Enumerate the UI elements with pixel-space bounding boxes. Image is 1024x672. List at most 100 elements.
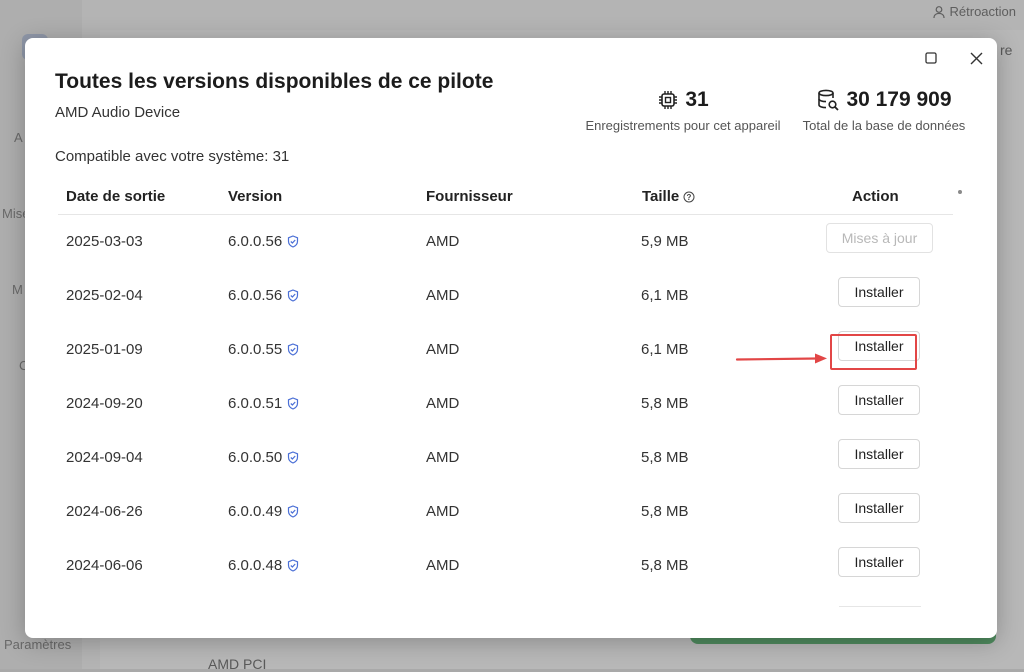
maximize-icon xyxy=(925,52,937,64)
install-button[interactable]: Installer xyxy=(838,277,920,307)
feedback-link[interactable]: Rétroaction xyxy=(932,4,1016,19)
updates-button: Mises à jour xyxy=(826,223,933,253)
close-icon xyxy=(970,52,982,64)
version-number: 6.0.0.56 xyxy=(228,233,283,250)
version-number: 6.0.0.55 xyxy=(228,341,283,358)
action-cell: Installer xyxy=(808,539,948,593)
install-button[interactable]: Installer xyxy=(838,439,920,469)
version-cell: 6.0.0.51 xyxy=(228,395,299,412)
dialog-title: Toutes les versions disponibles de ce pi… xyxy=(55,70,494,93)
header-version: Version xyxy=(228,188,283,205)
feedback-label: Rétroaction xyxy=(949,4,1016,19)
version-cell: 6.0.0.49 xyxy=(228,503,299,520)
table-row: 2024-06-26 6.0.0.49 AMD 5,8 MB Installer xyxy=(58,485,953,539)
action-cell: Installer xyxy=(808,323,948,377)
install-button[interactable]: Installer xyxy=(838,385,920,415)
background-settings-label: Paramètres xyxy=(4,637,72,652)
table-row: 2024-09-20 6.0.0.51 AMD 5,8 MB Installer xyxy=(58,377,953,431)
release-date: 2024-09-04 xyxy=(66,449,143,466)
verified-shield-icon xyxy=(288,559,299,572)
verified-shield-icon xyxy=(288,289,299,302)
svg-text:?: ? xyxy=(687,193,692,202)
verified-shield-icon xyxy=(288,235,299,248)
version-cell: 6.0.0.50 xyxy=(228,449,299,466)
header-size-label: Taille xyxy=(642,188,680,205)
vendor-name: AMD xyxy=(426,449,460,466)
close-button[interactable] xyxy=(962,44,990,72)
user-icon xyxy=(932,5,945,18)
file-size: 6,1 MB xyxy=(641,287,689,304)
chip-icon xyxy=(659,91,678,109)
table-row: 2025-01-09 6.0.0.55 AMD 6,1 MB Installer xyxy=(58,323,953,377)
background-partial-text: re xyxy=(1000,42,1013,58)
header-vendor: Fournisseur xyxy=(426,188,513,205)
table-body: 2025-03-03 6.0.0.56 AMD 5,9 MB Mises à jour 2… xyxy=(58,215,953,593)
database-value: 30 179 909 xyxy=(846,88,952,111)
background-list-text: AMD PCI xyxy=(208,656,267,672)
vendor-name: AMD xyxy=(426,395,460,412)
records-label: Enregistrements pour cet appareil xyxy=(585,118,781,133)
header-action: Action xyxy=(852,188,899,205)
action-cell: Installer xyxy=(808,269,948,323)
version-cell: 6.0.0.56 xyxy=(228,287,299,304)
vendor-name: AMD xyxy=(426,503,460,520)
database-stat: 30 179 909 Total de la base de données xyxy=(798,88,970,133)
vendor-name: AMD xyxy=(426,557,460,574)
version-number: 6.0.0.49 xyxy=(228,503,283,520)
release-date: 2024-06-06 xyxy=(66,557,143,574)
file-size: 5,9 MB xyxy=(641,233,689,250)
action-cell: Installer xyxy=(808,431,948,485)
database-label: Total de la base de données xyxy=(802,118,966,133)
database-search-icon xyxy=(818,89,840,111)
background-sidebar-item: A xyxy=(14,130,23,145)
vendor-name: AMD xyxy=(426,233,460,250)
verified-shield-icon xyxy=(288,397,299,410)
version-number: 6.0.0.50 xyxy=(228,449,283,466)
header-date: Date de sortie xyxy=(66,188,166,205)
table-row: 2025-02-04 6.0.0.56 AMD 6,1 MB Installer xyxy=(58,269,953,323)
partial-next-button xyxy=(839,606,921,611)
table-row: 2024-06-06 6.0.0.48 AMD 5,8 MB Installer xyxy=(58,539,953,593)
driver-versions-dialog: Toutes les versions disponibles de ce pi… xyxy=(25,38,997,638)
version-cell: 6.0.0.55 xyxy=(228,341,299,358)
action-cell: Installer xyxy=(808,377,948,431)
version-number: 6.0.0.51 xyxy=(228,395,283,412)
verified-shield-icon xyxy=(288,451,299,464)
version-cell: 6.0.0.48 xyxy=(228,557,299,574)
file-size: 5,8 MB xyxy=(641,503,689,520)
table-row: 2024-09-04 6.0.0.50 AMD 5,8 MB Installer xyxy=(58,431,953,485)
annotation-arrow-icon xyxy=(735,353,827,364)
version-cell: 6.0.0.56 xyxy=(228,233,299,250)
maximize-button[interactable] xyxy=(917,44,945,72)
version-number: 6.0.0.56 xyxy=(228,287,283,304)
action-cell: Mises à jour xyxy=(808,215,948,269)
verified-shield-icon xyxy=(288,343,299,356)
install-button[interactable]: Installer xyxy=(838,547,920,577)
device-name: AMD Audio Device xyxy=(55,104,181,121)
action-cell: Installer xyxy=(808,485,948,539)
file-size: 5,8 MB xyxy=(641,449,689,466)
info-icon[interactable]: ? xyxy=(683,191,695,203)
file-size: 5,8 MB xyxy=(641,395,689,412)
file-size: 5,8 MB xyxy=(641,557,689,574)
background-sidebar-item: M xyxy=(12,282,23,297)
version-number: 6.0.0.48 xyxy=(228,557,283,574)
header-size: Taille ? xyxy=(642,188,695,205)
release-date: 2024-06-26 xyxy=(66,503,143,520)
table-header: Date de sortie Version Fournisseur Taill… xyxy=(58,178,953,215)
file-size: 6,1 MB xyxy=(641,341,689,358)
vendor-name: AMD xyxy=(426,341,460,358)
vendor-name: AMD xyxy=(426,287,460,304)
compatibility-text: Compatible avec votre système: 31 xyxy=(55,148,290,165)
release-date: 2025-01-09 xyxy=(66,341,143,358)
records-value: 31 xyxy=(685,88,709,111)
release-date: 2025-03-03 xyxy=(66,233,143,250)
table-row: 2025-03-03 6.0.0.56 AMD 5,9 MB Mises à jour xyxy=(58,215,953,269)
verified-shield-icon xyxy=(288,505,299,518)
versions-table: Date de sortie Version Fournisseur Taill… xyxy=(58,178,953,593)
scrollbar[interactable] xyxy=(958,190,962,194)
install-button[interactable]: Installer xyxy=(838,331,920,361)
release-date: 2025-02-04 xyxy=(66,287,143,304)
install-button[interactable]: Installer xyxy=(838,493,920,523)
release-date: 2024-09-20 xyxy=(66,395,143,412)
